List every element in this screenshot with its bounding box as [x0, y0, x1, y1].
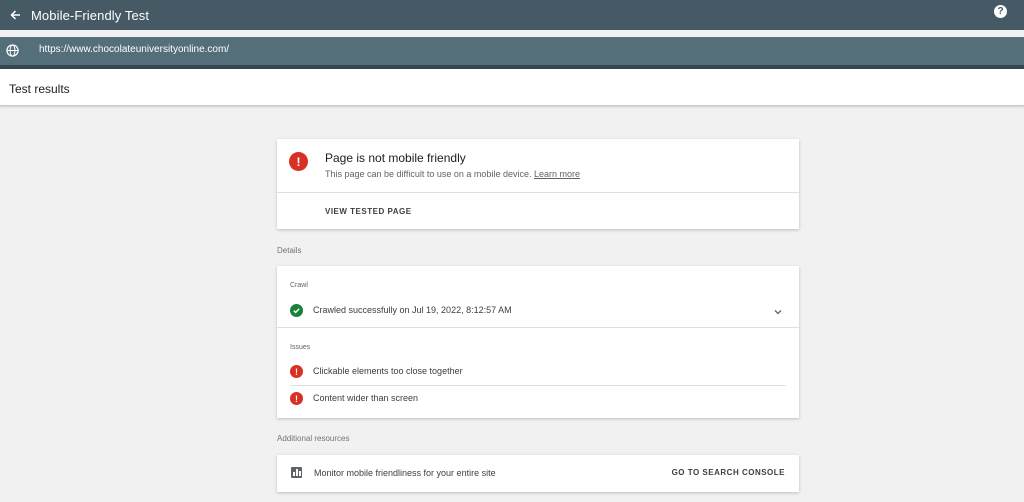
divider	[277, 192, 799, 193]
chevron-down-icon[interactable]	[773, 304, 783, 315]
url-bar: https://www.chocolateuniversityonline.co…	[0, 37, 1024, 65]
bar-chart-icon	[291, 467, 302, 478]
additional-resources-label: Additional resources	[277, 434, 350, 443]
crawl-status: Crawled successfully on Jul 19, 2022, 8:…	[313, 305, 512, 315]
help-icon[interactable]: ?	[994, 5, 1007, 18]
error-icon: !	[289, 152, 308, 171]
tested-url[interactable]: https://www.chocolateuniversityonline.co…	[39, 44, 229, 55]
divider	[277, 327, 799, 328]
verdict-headline: Page is not mobile friendly	[325, 151, 466, 165]
monitor-text: Monitor mobile friendliness for your ent…	[314, 468, 496, 478]
issue-item[interactable]: Clickable elements too close together	[313, 366, 463, 376]
details-section-label: Details	[277, 246, 302, 255]
issue-item[interactable]: Content wider than screen	[313, 393, 418, 403]
verdict-card: ! Page is not mobile friendly This page …	[277, 139, 799, 229]
check-circle-icon	[290, 304, 303, 317]
issues-label: Issues	[290, 344, 311, 351]
learn-more-link[interactable]: Learn more	[534, 169, 580, 179]
view-tested-page-button[interactable]: VIEW TESTED PAGE	[325, 207, 412, 216]
error-icon: !	[290, 365, 303, 378]
results-header: Test results	[0, 69, 1024, 106]
error-icon: !	[290, 392, 303, 405]
verdict-subtitle: This page can be difficult to use on a m…	[325, 169, 580, 179]
search-console-card: Monitor mobile friendliness for your ent…	[277, 455, 799, 492]
details-card: Crawl Crawled successfully on Jul 19, 20…	[277, 266, 799, 418]
back-arrow-icon[interactable]	[6, 5, 24, 25]
verdict-subtitle-text: This page can be difficult to use on a m…	[325, 169, 532, 179]
page-title: Test results	[9, 82, 70, 96]
crawl-label: Crawl	[290, 282, 308, 289]
app-bar: Mobile-Friendly Test ?	[0, 0, 1024, 30]
divider	[290, 385, 786, 386]
app-title: Mobile-Friendly Test	[31, 8, 150, 23]
globe-icon	[6, 44, 19, 57]
go-to-search-console-button[interactable]: GO TO SEARCH CONSOLE	[672, 468, 785, 477]
